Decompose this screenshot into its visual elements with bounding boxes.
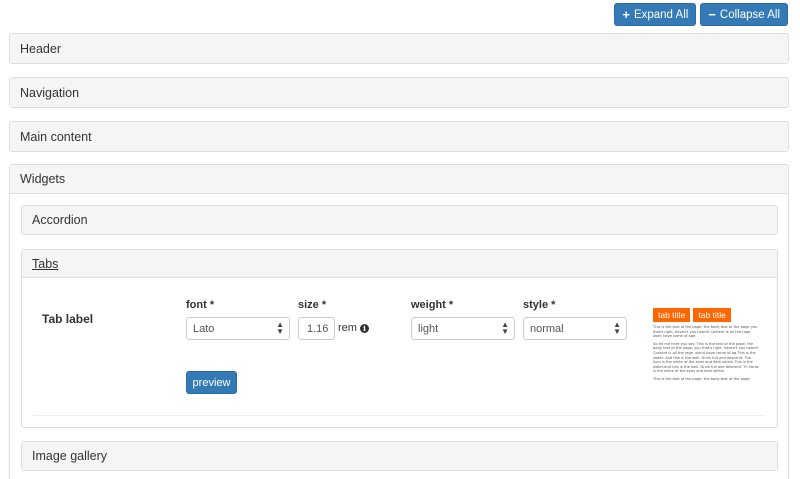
preview-tab-2: tab title	[693, 308, 731, 322]
section-navigation-panel[interactable]: Navigation	[9, 77, 789, 108]
preview-paragraph-3: This is the text of the page, the body t…	[653, 376, 750, 381]
widget-image-gallery-heading[interactable]: Image gallery	[22, 442, 777, 470]
updown-caret-icon: ▲ ▼	[613, 320, 621, 336]
widget-accordion-heading[interactable]: Accordion	[22, 206, 777, 234]
info-circle-icon[interactable]: i	[359, 323, 369, 333]
widget-image-gallery-panel[interactable]: Image gallery	[21, 441, 778, 471]
widget-tabs-heading[interactable]: Tabs	[22, 250, 777, 278]
size-label: size *	[298, 299, 327, 311]
section-header-heading[interactable]: Header	[10, 34, 788, 63]
tab-label-row-title: Tab label	[42, 312, 94, 326]
preview-paragraph-2: So let me here you say: This is the text…	[653, 341, 759, 374]
weight-select-value: light	[418, 322, 439, 335]
preview-tabs-row: tab title tab title	[653, 308, 759, 322]
preview-button[interactable]: preview	[186, 371, 237, 394]
weight-select[interactable]: light ▲ ▼	[411, 317, 515, 340]
preview-paragraph-1: This is the text of the page, the body t…	[653, 325, 758, 339]
tabs-preview: tab title tab title This is the text of …	[653, 308, 759, 385]
style-select[interactable]: normal ▲ ▼	[523, 317, 627, 340]
collapse-all-button[interactable]: − Collapse All	[700, 3, 788, 26]
section-widgets-heading[interactable]: Widgets	[10, 165, 788, 194]
collapse-all-label: Collapse All	[719, 8, 780, 21]
widget-tabs-title[interactable]: Tabs	[32, 257, 58, 271]
section-navigation-heading[interactable]: Navigation	[10, 78, 788, 107]
font-select-value: Lato	[193, 322, 215, 335]
section-widgets-panel: Widgets Accordion Tabs Tab label font * …	[9, 164, 789, 479]
size-input[interactable]: 1.16	[298, 317, 335, 340]
style-select-value: normal	[530, 322, 564, 335]
minus-icon: −	[708, 7, 716, 22]
expand-all-button[interactable]: + Expand All	[614, 3, 697, 26]
section-header-panel[interactable]: Header	[9, 33, 789, 64]
font-select[interactable]: Lato ▲ ▼	[186, 317, 290, 340]
updown-caret-icon: ▲ ▼	[276, 320, 284, 336]
size-unit-label: rem	[338, 322, 357, 334]
plus-icon: +	[622, 7, 630, 22]
toolbar: + Expand All − Collapse All	[614, 3, 788, 26]
widget-tabs-panel: Tabs Tab label font * Lato ▲ ▼ size * 1.1…	[21, 249, 778, 428]
style-label: style *	[523, 299, 556, 311]
expand-all-label: Expand All	[633, 8, 689, 21]
section-main-content-panel[interactable]: Main content	[9, 121, 789, 152]
widget-accordion-panel[interactable]: Accordion	[21, 205, 778, 235]
weight-label: weight *	[411, 299, 454, 311]
preview-tab-1: tab title	[653, 308, 691, 322]
font-label: font *	[186, 299, 215, 311]
size-unit: rem i	[338, 322, 369, 334]
updown-caret-icon: ▲ ▼	[501, 320, 509, 336]
form-divider	[33, 415, 766, 416]
section-main-content-heading[interactable]: Main content	[10, 122, 788, 151]
